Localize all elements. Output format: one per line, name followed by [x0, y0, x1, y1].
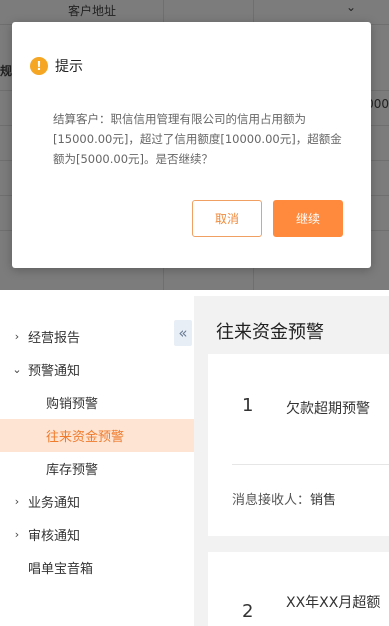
sidebar-item-label: 购销预警 [46, 397, 99, 412]
chevron-down-icon: ⌄ [12, 363, 22, 376]
sidebar-item-business-report[interactable]: › 经营报告 [0, 320, 194, 353]
alert-card[interactable]: 2 XX年XX月超额 [208, 552, 389, 626]
sidebar-item-label: 唱单宝音箱 [28, 562, 94, 577]
sidebar-item-business-notice[interactable]: › 业务通知 [0, 485, 194, 518]
bottom-panel: « › 经营报告 ⌄ 预警通知 购销预警 往来资金预警 库存预警 › 业务通知 [0, 296, 389, 626]
alert-card[interactable]: 1 欠款超期预警 消息接收人：销售 [208, 354, 389, 536]
sidebar: « › 经营报告 ⌄ 预警通知 购销预警 往来资金预警 库存预警 › 业务通知 [0, 296, 194, 626]
confirm-dialog: ! 提示 结算客户：职信信用管理有限公司的信用占用额为[15000.00元]，超… [12, 22, 371, 268]
sidebar-item-inventory-alert[interactable]: 库存预警 [0, 452, 194, 485]
dialog-message: 结算客户：职信信用管理有限公司的信用占用额为[15000.00元]，超过了信用额… [53, 112, 342, 166]
warning-icon: ! [30, 57, 48, 75]
main-content: 往来资金预警 1 欠款超期预警 消息接收人：销售 2 XX年XX月超额 [194, 296, 389, 626]
top-panel: 客户地址 ⌄ 规 000 ! 提示 结算客户：职信信用管理有限公司的信用占用额为… [0, 0, 389, 290]
chevron-right-icon: › [14, 528, 20, 541]
sidebar-item-alert-notice[interactable]: ⌄ 预警通知 [0, 353, 194, 386]
card-index: 2 [242, 601, 254, 622]
address-label: 客户地址 [68, 4, 117, 18]
sidebar-item-label: 预警通知 [28, 364, 81, 379]
form-edge-label: 规 [0, 64, 13, 78]
page-title: 往来资金预警 [216, 322, 324, 343]
continue-button[interactable]: 继续 [273, 200, 343, 237]
receiver-label: 消息接收人： [232, 493, 311, 508]
cancel-button[interactable]: 取消 [192, 200, 262, 237]
dialog-header: ! 提示 [30, 56, 83, 76]
card-title: XX年XX月超额 [286, 595, 381, 611]
sidebar-nav: › 经营报告 ⌄ 预警通知 购销预警 往来资金预警 库存预警 › 业务通知 › [0, 320, 194, 584]
sidebar-item-label: 库存预警 [46, 463, 99, 478]
sidebar-item-label: 审核通知 [28, 529, 81, 544]
sidebar-item-label: 往来资金预警 [46, 430, 125, 445]
card-title: 欠款超期预警 [286, 401, 370, 417]
chevron-right-icon: › [14, 495, 20, 508]
card-receiver: 消息接收人：销售 [232, 489, 336, 508]
sidebar-item-audit-notice[interactable]: › 审核通知 [0, 518, 194, 551]
sidebar-item-label: 业务通知 [28, 496, 81, 511]
sidebar-item-label: 经营报告 [28, 331, 81, 346]
dialog-title: 提示 [55, 59, 83, 75]
sidebar-item-purchase-sales-alert[interactable]: 购销预警 [0, 386, 194, 419]
card-divider [232, 464, 389, 465]
chevron-right-icon: › [14, 330, 20, 343]
chevron-down-icon[interactable]: ⌄ [346, 0, 356, 14]
sidebar-item-fund-alert[interactable]: 往来资金预警 [0, 419, 194, 452]
card-index: 1 [242, 395, 254, 416]
sidebar-item-speaker[interactable]: 唱单宝音箱 [0, 551, 194, 584]
receiver-value: 销售 [310, 493, 337, 508]
